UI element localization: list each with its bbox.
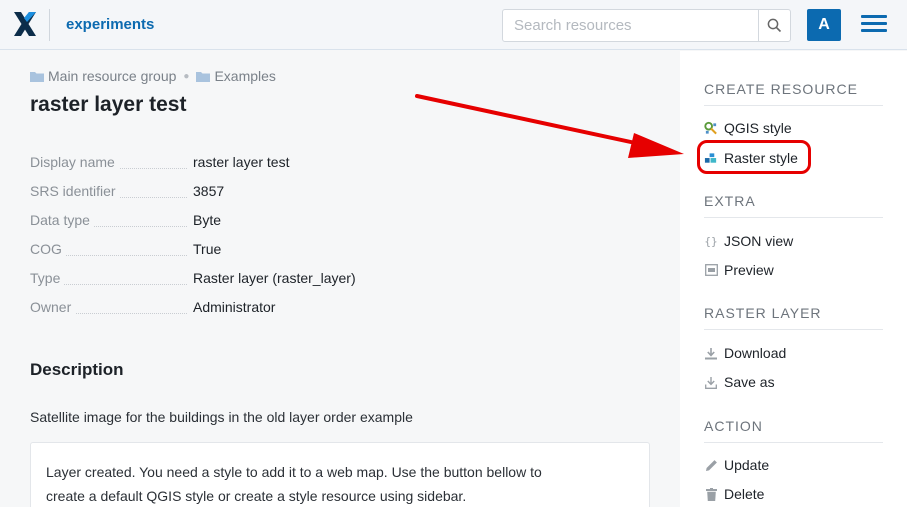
property-key: COG xyxy=(30,241,66,257)
divider xyxy=(704,329,883,330)
divider xyxy=(704,105,883,106)
preview-icon xyxy=(704,263,718,277)
property-row: Display name raster layer test xyxy=(30,151,450,180)
property-row: Owner Administrator xyxy=(30,296,450,325)
property-value: Administrator xyxy=(193,299,276,315)
search-input[interactable] xyxy=(503,10,759,41)
action-heading: ACTION xyxy=(704,418,763,434)
layer-created-notice: Layer created. You need a style to add i… xyxy=(30,442,650,507)
notice-line: Layer created. You need a style to add i… xyxy=(46,464,542,480)
breadcrumb-item-main-resource-group[interactable]: Main resource group xyxy=(48,68,176,84)
braces-icon: {} xyxy=(704,234,718,248)
raster-layer-heading: RASTER LAYER xyxy=(704,305,822,321)
property-row: Type Raster layer (raster_layer) xyxy=(30,267,450,296)
property-value: Raster layer (raster_layer) xyxy=(193,270,356,286)
search-button[interactable] xyxy=(758,10,790,41)
property-row: Data type Byte xyxy=(30,209,450,238)
search-icon xyxy=(767,18,782,33)
notice-line: create a default QGIS style or create a … xyxy=(46,488,467,504)
sidebar-item-update[interactable]: Update xyxy=(704,457,769,473)
raster-style-highlight-outline xyxy=(697,140,811,174)
divider xyxy=(704,217,883,218)
header-divider xyxy=(49,9,50,41)
property-value: 3857 xyxy=(193,183,225,199)
property-value: Byte xyxy=(193,212,222,228)
property-key: Display name xyxy=(30,154,119,170)
property-row: COG True xyxy=(30,238,450,267)
property-value: raster layer test xyxy=(193,154,290,170)
property-value: True xyxy=(193,241,222,257)
sidebar-item-label: Download xyxy=(724,345,787,361)
properties-list: Display name raster layer test SRS ident… xyxy=(30,151,450,325)
sidebar-item-label: Preview xyxy=(724,262,774,278)
sidebar-item-label: QGIS style xyxy=(724,120,792,136)
property-key: SRS identifier xyxy=(30,183,120,199)
description-text: Satellite image for the buildings in the… xyxy=(30,409,413,425)
nextgis-logo[interactable] xyxy=(13,11,37,37)
sidebar-item-label: Update xyxy=(724,457,770,473)
qgis-icon xyxy=(704,121,718,135)
save-as-icon xyxy=(704,375,718,389)
top-bar: experiments A xyxy=(0,0,907,50)
folder-icon xyxy=(30,71,44,82)
breadcrumb: Main resource group ● Examples xyxy=(30,68,276,84)
sidebar-item-qgis-style[interactable]: QGIS style xyxy=(704,120,792,136)
description-heading: Description xyxy=(30,360,124,379)
property-row: SRS identifier 3857 xyxy=(30,180,450,209)
sidebar-item-delete[interactable]: Delete xyxy=(704,486,764,502)
sidebar-item-save-as[interactable]: Save as xyxy=(704,374,775,390)
property-key: Owner xyxy=(30,299,76,315)
trash-icon xyxy=(704,487,718,501)
breadcrumb-separator: ● xyxy=(183,70,190,82)
sidebar: CREATE RESOURCE QGIS style Raster style … xyxy=(680,51,907,507)
create-resource-heading: CREATE RESOURCE xyxy=(704,81,858,97)
main-content: Main resource group ● Examples raster la… xyxy=(0,51,680,507)
search-box xyxy=(502,9,791,42)
sidebar-item-label: JSON view xyxy=(724,233,794,249)
app-name-link[interactable]: experiments xyxy=(66,16,154,33)
property-key: Type xyxy=(30,270,65,286)
page-title: raster layer test xyxy=(30,93,187,116)
sidebar-item-preview[interactable]: Preview xyxy=(704,262,774,278)
divider xyxy=(704,442,883,443)
pencil-icon xyxy=(704,458,718,472)
sidebar-item-label: Delete xyxy=(724,486,765,502)
extra-heading: EXTRA xyxy=(704,193,756,209)
sidebar-item-download[interactable]: Download xyxy=(704,345,786,361)
sidebar-item-json-view[interactable]: {} JSON view xyxy=(704,233,793,249)
property-key: Data type xyxy=(30,212,94,228)
breadcrumb-item-examples[interactable]: Examples xyxy=(214,68,275,84)
sidebar-item-label: Save as xyxy=(724,374,775,390)
hamburger-menu-icon[interactable] xyxy=(861,15,887,35)
folder-icon xyxy=(196,71,211,82)
user-avatar-button[interactable]: A xyxy=(807,9,841,41)
download-icon xyxy=(704,346,718,360)
